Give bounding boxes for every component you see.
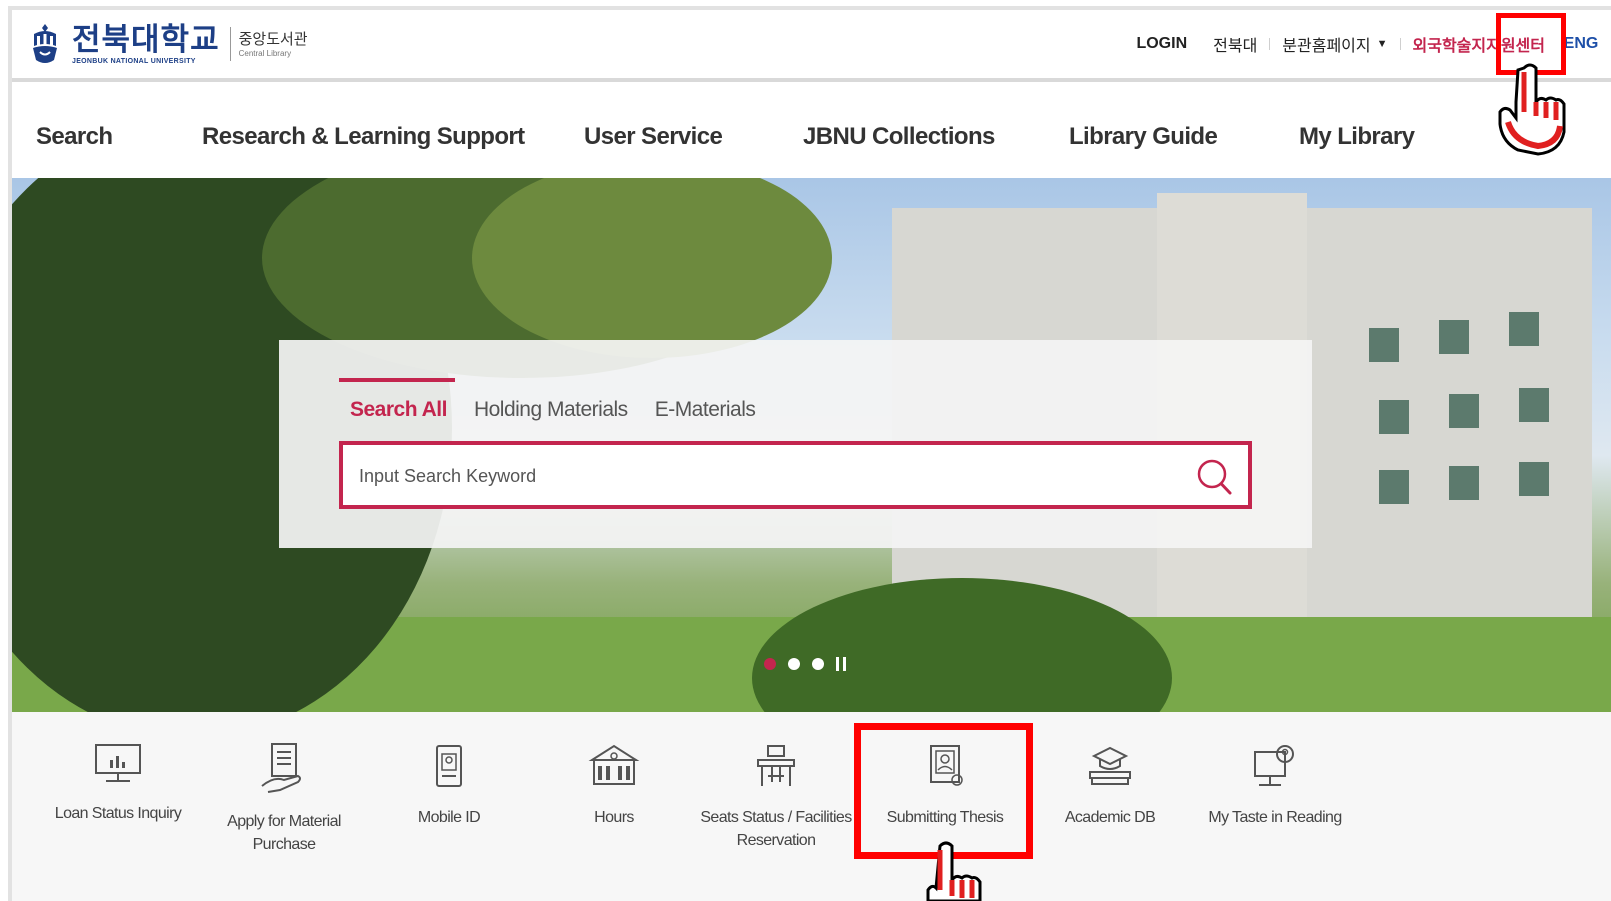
quick-item-loan-status[interactable]: Loan Status Inquiry (33, 742, 203, 825)
active-tab-indicator (339, 378, 455, 382)
pointer-hand-icon (1498, 63, 1566, 156)
building-window (1449, 466, 1479, 500)
nav-search[interactable]: Search (36, 82, 113, 178)
hand-document-icon (261, 743, 301, 793)
search-field (339, 441, 1252, 509)
building-window (1369, 328, 1399, 362)
university-logo[interactable]: 전북대학교 JEONBUK NATIONAL UNIVERSITY 중앙도서관 … (30, 22, 308, 66)
graduation-books-icon (1089, 746, 1131, 785)
slider-dot[interactable] (788, 658, 800, 670)
main-nav: Search Research & Learning Support User … (12, 82, 1611, 178)
util-divider (1399, 38, 1401, 50)
monitor-chart-icon (95, 744, 141, 782)
top-bar: 전북대학교 JEONBUK NATIONAL UNIVERSITY 중앙도서관 … (12, 10, 1611, 82)
building-window (1519, 388, 1549, 422)
search-tabs: Search All Holding Materials E-Materials (350, 398, 782, 422)
nav-jbnu-collections[interactable]: JBNU Collections (803, 82, 995, 178)
building-window (1509, 312, 1539, 346)
quick-item-my-taste-reading[interactable]: My Taste in Reading (1190, 742, 1360, 829)
nav-my-library[interactable]: My Library (1299, 82, 1415, 178)
tab-e-materials[interactable]: E-Materials (655, 398, 756, 422)
search-icon[interactable] (1194, 457, 1234, 497)
search-input[interactable] (357, 445, 1181, 507)
quick-menu: Loan Status Inquiry Apply for Material P… (12, 712, 1611, 901)
quick-item-seats-status[interactable]: Seats Status / Facilities Reservation (691, 742, 861, 852)
branch-homepage-dropdown[interactable]: 분관홈페이지 ▼ (1282, 32, 1387, 56)
quick-item-label: Hours (594, 809, 634, 826)
library-name-en: Central Library (238, 48, 292, 58)
tab-holding-materials[interactable]: Holding Materials (474, 398, 628, 422)
slider-dot[interactable] (812, 658, 824, 670)
quick-item-label: Loan Status Inquiry (54, 805, 182, 822)
nav-user-service[interactable]: User Service (584, 82, 723, 178)
slider-controls (764, 657, 846, 671)
pointer-hand-icon (926, 841, 982, 901)
quick-item-mobile-id[interactable]: Mobile ID (364, 742, 534, 829)
nav-library-guide[interactable]: Library Guide (1069, 82, 1218, 178)
person-screen-icon (1254, 745, 1294, 786)
nav-research-learning-support[interactable]: Research & Learning Support (202, 82, 525, 178)
quick-item-label: Mobile ID (417, 809, 481, 826)
quick-item-label: Academic DB (1064, 809, 1156, 826)
quick-item-label: My Taste in Reading (1208, 809, 1342, 826)
building-window (1379, 400, 1409, 434)
library-name-ko: 중앙도서관 (238, 30, 308, 48)
tab-search-all[interactable]: Search All (350, 398, 447, 422)
desk-chair-icon (757, 745, 795, 786)
branch-homepage-label: 분관홈페이지 (1282, 38, 1371, 55)
university-name-en: JEONBUK NATIONAL UNIVERSITY (72, 57, 196, 65)
slider-dot[interactable] (764, 658, 776, 670)
quick-item-label: Seats Status / Facilities Reservation (700, 809, 852, 849)
thesis-highlight-box (854, 723, 1033, 859)
jbnu-link[interactable]: 전북대 (1213, 32, 1257, 56)
university-name-ko: 전북대학교 (72, 21, 220, 57)
crest-icon (33, 24, 57, 63)
quick-item-hours[interactable]: Hours (529, 742, 699, 829)
quick-item-apply-purchase[interactable]: Apply for Material Purchase (199, 742, 369, 856)
mobile-id-icon (436, 745, 462, 787)
login-link[interactable]: LOGIN (1136, 35, 1187, 53)
building-window (1519, 462, 1549, 496)
building-window (1449, 394, 1479, 428)
logo-divider (229, 27, 231, 61)
caret-down-icon: ▼ (1376, 38, 1388, 50)
quick-item-academic-db[interactable]: Academic DB (1025, 742, 1195, 829)
pause-icon[interactable] (836, 657, 846, 671)
building-window (1439, 320, 1469, 354)
building-window (1379, 470, 1409, 504)
util-divider (1269, 38, 1271, 50)
quick-item-label: Apply for Material Purchase (227, 813, 341, 853)
building-icon (588, 744, 640, 785)
